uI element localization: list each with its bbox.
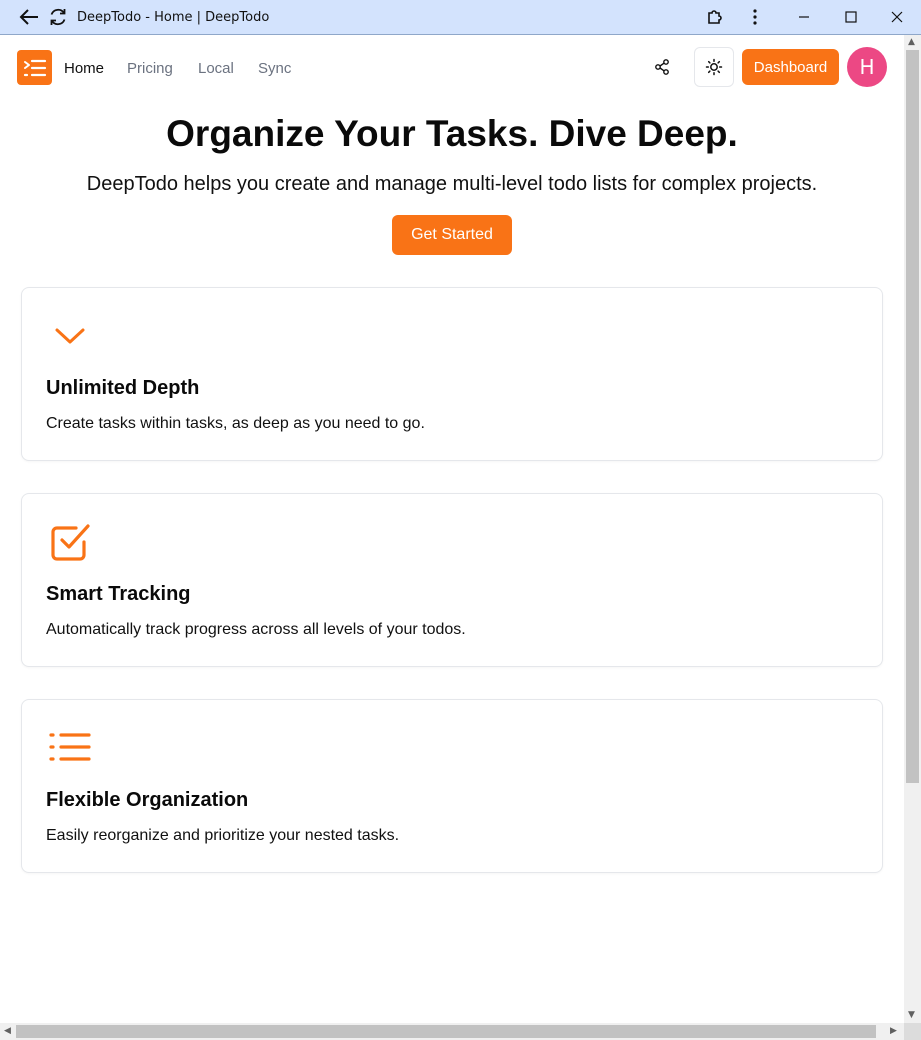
maximize-icon[interactable] [838,4,864,30]
sun-icon [705,58,723,76]
feature-card-unlimited-depth: Unlimited Depth Create tasks within task… [21,287,883,461]
scrollbar-corner [904,1023,921,1040]
scroll-down-icon[interactable]: ▼ [908,1010,915,1020]
minimize-icon[interactable] [791,4,817,30]
list-indent-icon [23,59,46,76]
horizontal-scrollbar[interactable]: ◀ ▶ [0,1023,904,1040]
dashboard-button[interactable]: Dashboard [742,49,839,85]
check-square-icon [46,518,94,566]
hero-subtitle: DeepTodo helps you create and manage mul… [86,173,818,195]
feature-card-smart-tracking: Smart Tracking Automatically track progr… [21,493,883,667]
scroll-left-icon[interactable]: ◀ [4,1026,11,1036]
scroll-up-icon[interactable]: ▲ [908,37,915,47]
share-icon [655,59,669,75]
window-titlebar: DeepTodo - Home | DeepTodo [0,0,921,35]
scroll-right-icon[interactable]: ▶ [890,1026,897,1036]
share-button[interactable] [643,48,681,86]
get-started-button[interactable]: Get Started [392,215,512,255]
avatar[interactable]: H [847,47,887,87]
theme-toggle-button[interactable] [694,47,734,87]
horizontal-scroll-thumb[interactable] [16,1025,876,1038]
chevron-down-icon [46,312,94,360]
extension-icon[interactable] [702,4,728,30]
nav-sync[interactable]: Sync [258,60,291,77]
vertical-scroll-thumb[interactable] [906,50,919,783]
hero-title: Organize Your Tasks. Dive Deep. [166,113,738,154]
feature-description: Automatically track progress across all … [46,621,466,638]
logo[interactable] [17,50,52,85]
page-viewport: Home Pricing Local Sync Dashboard H Orga… [0,35,904,1023]
window-title: DeepTodo - Home | DeepTodo [77,10,270,25]
feature-card-flexible-organization: Flexible Organization Easily reorganize … [21,699,883,873]
close-icon[interactable] [884,4,910,30]
nav-pricing[interactable]: Pricing [127,60,173,77]
nav-local[interactable]: Local [198,60,234,77]
back-icon[interactable] [16,4,42,30]
vertical-scrollbar[interactable]: ▲ ▼ [904,35,921,1023]
feature-title: Flexible Organization [46,789,249,811]
feature-description: Create tasks within tasks, as deep as yo… [46,415,425,432]
more-menu-icon[interactable] [742,4,768,30]
feature-title: Unlimited Depth [46,377,200,399]
list-icon [46,724,94,772]
feature-description: Easily reorganize and prioritize your ne… [46,827,400,844]
nav-home[interactable]: Home [64,60,104,77]
feature-title: Smart Tracking [46,583,191,605]
reload-icon[interactable] [45,4,71,30]
